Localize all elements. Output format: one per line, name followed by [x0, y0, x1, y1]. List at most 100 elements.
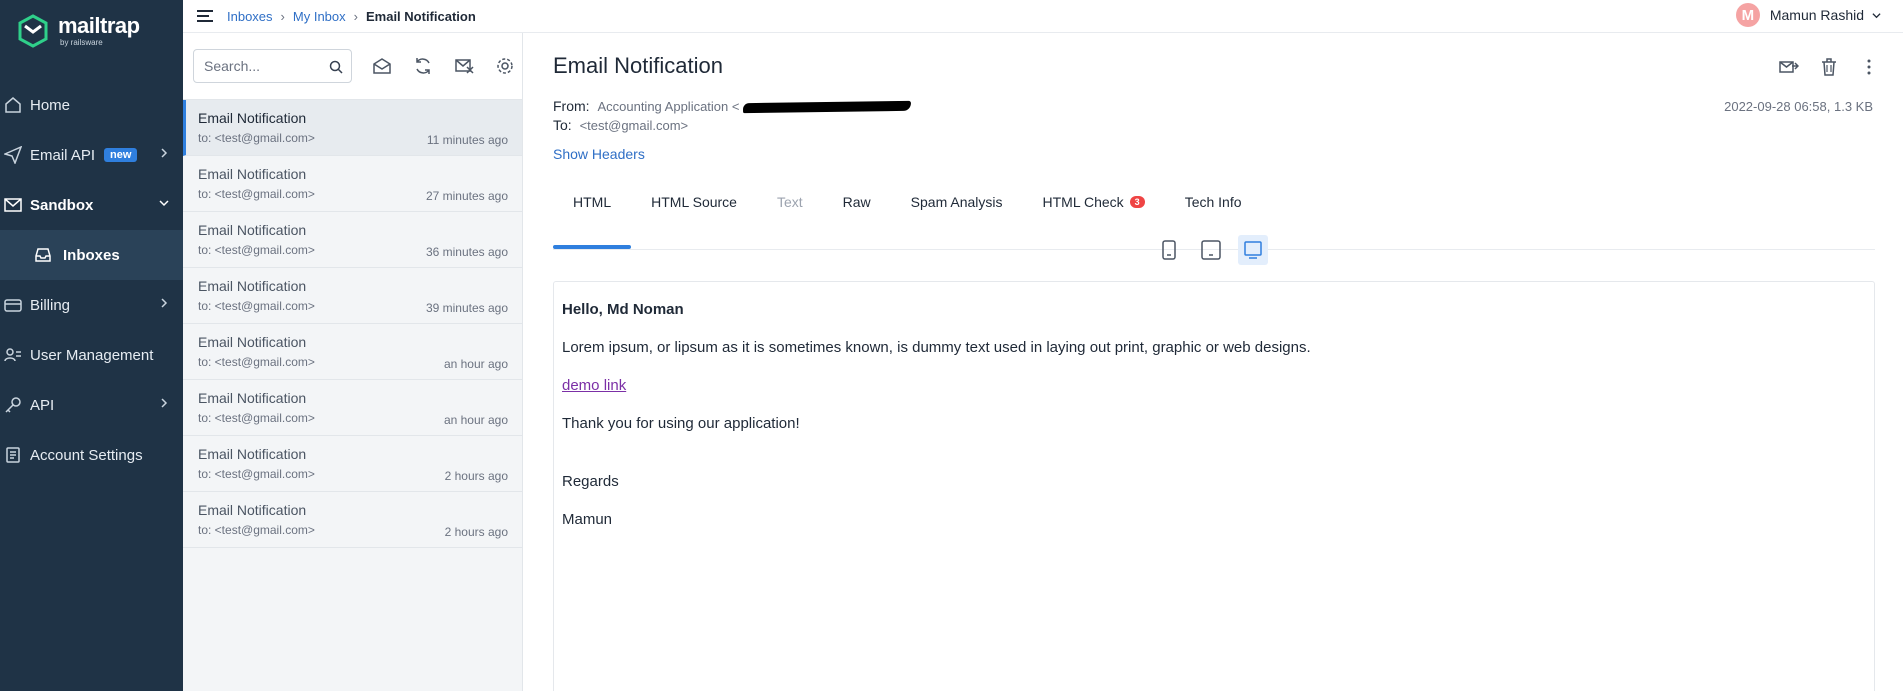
desktop-icon	[1244, 241, 1262, 259]
html-check-count-badge: 3	[1129, 196, 1145, 208]
search-icon[interactable]	[329, 60, 343, 74]
list-item[interactable]: Email Notification to: <test@gmail.com> …	[183, 436, 522, 492]
search-box	[193, 49, 352, 83]
search-input[interactable]	[194, 50, 324, 82]
list-item[interactable]: Email Notification to: <test@gmail.com> …	[183, 156, 522, 212]
desktop-view-button[interactable]	[1238, 235, 1268, 265]
message-subject: Email Notification	[198, 166, 307, 182]
breadcrumb-separator: ›	[353, 8, 358, 24]
sidebar-item-inboxes[interactable]: Inboxes	[0, 230, 183, 280]
message-subject: Email Notification	[198, 222, 307, 238]
email-body-preview: Hello, Md Noman Lorem ipsum, or lipsum a…	[553, 281, 1875, 691]
tab-html-check[interactable]: HTML Check 3	[1023, 178, 1165, 249]
sidebar-nav: Home Email API new Sandbox Inboxes Billi…	[0, 80, 183, 480]
message-time: 27 minutes ago	[425, 189, 508, 203]
list-item[interactable]: Email Notification to: <test@gmail.com> …	[183, 380, 522, 436]
show-headers-link[interactable]: Show Headers	[553, 146, 645, 162]
home-icon	[5, 97, 21, 113]
email-regards: Regards	[562, 473, 619, 490]
redaction-mark	[743, 101, 912, 114]
sidebar-item-label: API	[30, 396, 55, 414]
mailtrap-logo-icon	[18, 14, 48, 48]
sidebar-item-label: Email API	[30, 146, 96, 164]
forward-icon[interactable]	[1779, 57, 1799, 77]
sidebar-item-api[interactable]: API	[0, 380, 183, 430]
from-row: From: Accounting Application <	[553, 97, 912, 116]
page-title: Email Notification	[553, 53, 723, 78]
sidebar: mailtrap by railsware Home Email API new…	[0, 0, 183, 691]
message-time: 2 hours ago	[444, 525, 508, 539]
tablet-view-button[interactable]	[1196, 235, 1226, 265]
trash-icon[interactable]	[1819, 57, 1839, 77]
tab-html[interactable]: HTML	[553, 178, 632, 249]
message-time: 36 minutes ago	[425, 245, 508, 259]
list-item[interactable]: Email Notification to: <test@gmail.com> …	[183, 212, 522, 268]
tab-spam-analysis[interactable]: Spam Analysis	[891, 178, 1023, 249]
new-badge: new	[104, 148, 138, 162]
breadcrumb-separator: ›	[280, 8, 285, 24]
message-list-panel: Email Notification to: <test@gmail.com> …	[183, 33, 523, 691]
message-subject: Email Notification	[198, 334, 307, 350]
sidebar-item-label: Home	[30, 96, 71, 114]
user-name: Mamun Rashid	[1769, 7, 1864, 23]
users-icon	[4, 348, 21, 362]
sidebar-item-label: Account Settings	[30, 446, 143, 464]
list-item[interactable]: Email Notification to: <test@gmail.com> …	[183, 492, 522, 548]
list-item[interactable]: Email Notification to: <test@gmail.com> …	[183, 100, 522, 156]
breadcrumb-inboxes[interactable]: Inboxes	[227, 9, 273, 24]
message-time: 11 minutes ago	[426, 133, 508, 147]
chevron-right-icon	[161, 298, 168, 308]
message-subject: Email Notification	[198, 110, 307, 126]
user-menu[interactable]: M Mamun Rashid	[1735, 3, 1881, 27]
refresh-icon[interactable]	[413, 56, 433, 76]
device-preview-switcher	[1154, 235, 1280, 265]
chevron-down-icon	[159, 200, 169, 207]
logo[interactable]: mailtrap by railsware	[0, 0, 183, 62]
sidebar-item-account-settings[interactable]: Account Settings	[0, 430, 183, 480]
settings-doc-icon	[6, 447, 20, 463]
list-item[interactable]: Email Notification to: <test@gmail.com> …	[183, 324, 522, 380]
email-signature: Mamun	[562, 511, 613, 528]
send-icon	[4, 146, 22, 164]
demo-link[interactable]: demo link	[562, 377, 626, 394]
tab-html-source[interactable]: HTML Source	[631, 178, 757, 249]
gear-icon[interactable]	[495, 56, 515, 76]
email-meta: From: Accounting Application < To: <test…	[553, 97, 912, 135]
sidebar-item-sandbox[interactable]: Sandbox	[0, 180, 183, 230]
email-view: Email Notification From: Accounting Appl…	[524, 33, 1903, 691]
sidebar-item-billing[interactable]: Billing	[0, 280, 183, 330]
sidebar-item-label: Billing	[30, 296, 71, 314]
key-icon	[5, 397, 21, 413]
to-value: <test@gmail.com>	[579, 118, 689, 133]
sidebar-item-email-api[interactable]: Email API new	[0, 130, 183, 180]
message-time: an hour ago	[443, 413, 508, 427]
breadcrumb-current: Email Notification	[365, 8, 476, 24]
logo-name: mailtrap	[58, 13, 140, 38]
message-subject: Email Notification	[198, 390, 307, 406]
chevron-right-icon	[161, 398, 168, 408]
mobile-icon	[1162, 240, 1176, 260]
list-item[interactable]: Email Notification to: <test@gmail.com> …	[183, 268, 522, 324]
sidebar-item-label: User Management	[30, 346, 154, 364]
message-time: 2 hours ago	[444, 469, 508, 483]
message-time: an hour ago	[443, 357, 508, 371]
to-label: To:	[553, 117, 572, 133]
mark-read-icon[interactable]	[372, 56, 392, 76]
sidebar-item-home[interactable]: Home	[0, 80, 183, 130]
sidebar-item-user-management[interactable]: User Management	[0, 330, 183, 380]
to-row: To: <test@gmail.com>	[553, 116, 911, 135]
message-subject: Email Notification	[198, 502, 307, 518]
tablet-icon	[1201, 240, 1221, 260]
tab-raw[interactable]: Raw	[823, 178, 891, 249]
tab-text[interactable]: Text	[757, 178, 823, 249]
breadcrumb-my-inbox[interactable]: My Inbox	[293, 9, 346, 24]
menu-icon[interactable]	[195, 6, 215, 26]
mobile-view-button[interactable]	[1154, 235, 1184, 265]
email-greeting: Hello, Md Noman	[562, 301, 684, 318]
logo-subtitle: by railsware	[60, 38, 103, 47]
chevron-down-icon	[1872, 12, 1881, 18]
clear-inbox-icon[interactable]	[454, 56, 474, 76]
more-vertical-icon[interactable]	[1859, 57, 1879, 77]
email-paragraph: Lorem ipsum, or lipsum as it is sometime…	[562, 339, 1311, 356]
